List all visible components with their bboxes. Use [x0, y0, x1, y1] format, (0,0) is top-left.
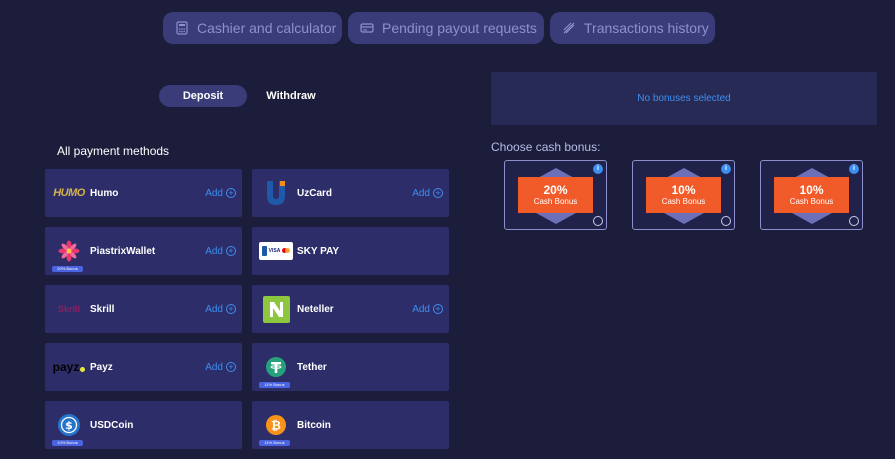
payment-methods-title: All payment methods [57, 144, 170, 158]
payment-method-name: USDCoin [90, 419, 134, 431]
bonus-label: Cash Bonus [533, 196, 578, 206]
bonus-percent: 20% [543, 182, 568, 197]
uzcard-logo [258, 178, 294, 208]
humo-logo: HUMO [53, 187, 85, 199]
add-button[interactable]: Add + [412, 188, 443, 199]
bonus-badge: 10% Bonus [52, 440, 83, 446]
info-icon[interactable]: i [849, 164, 859, 174]
payment-method-name: Bitcoin [297, 419, 331, 431]
withdraw-button[interactable]: Withdraw [247, 85, 335, 107]
payment-method-name: Neteller [297, 303, 334, 315]
selected-bonus-box: No bonuses selected [491, 72, 877, 125]
payment-methods-grid: HUMO Humo Add + UzCard Add + 20% Bonus Pia… [45, 169, 449, 449]
bonus-badge: 11% Bonus [259, 382, 290, 388]
payment-method-piastrixwallet[interactable]: 20% Bonus PiastrixWallet Add + [45, 227, 242, 275]
bitcoin-logo: ₿ [258, 410, 294, 440]
payment-method-name: SKY PAY [297, 245, 340, 257]
payout-icon [360, 23, 374, 33]
plus-icon: + [433, 188, 443, 198]
bonus-radio[interactable] [721, 216, 731, 226]
tab-label: Pending payout requests [382, 20, 537, 36]
payment-method-name: Payz [90, 361, 113, 373]
add-button[interactable]: Add + [205, 362, 236, 373]
payment-method-humo[interactable]: HUMO Humo Add + [45, 169, 242, 217]
bonus-label-box: 10% Cash Bonus [774, 177, 849, 213]
payment-method-name: Humo [90, 187, 119, 199]
piastrix-logo [51, 236, 87, 266]
payment-method-tether[interactable]: 11% Bonus Tether [252, 343, 449, 391]
plus-icon: + [226, 304, 236, 314]
plus-icon: + [226, 188, 236, 198]
deposit-withdraw-switch: Deposit Withdraw [159, 85, 335, 107]
bonus-radio[interactable] [849, 216, 859, 226]
neteller-logo [258, 294, 294, 324]
tether-logo [258, 352, 294, 382]
bonus-radio[interactable] [593, 216, 603, 226]
payz-logo: payz [51, 352, 87, 382]
choose-bonus-title: Choose cash bonus: [491, 140, 601, 154]
payment-method-skypay[interactable]: VISA SKY PAY [252, 227, 449, 275]
plus-icon: + [226, 246, 236, 256]
bonus-badge: 20% Bonus [52, 266, 83, 272]
payment-method-payz[interactable]: payz Payz Add + [45, 343, 242, 391]
add-button[interactable]: Add + [205, 246, 236, 257]
calculator-icon [176, 21, 188, 35]
bonus-percent: 10% [671, 182, 696, 197]
bonus-percent: 10% [799, 182, 824, 197]
bonus-option[interactable]: 10% Cash Bonus i [760, 160, 863, 230]
bonus-badge: 11% Bonus [259, 440, 290, 446]
plus-icon: + [433, 304, 443, 314]
payment-method-bitcoin[interactable]: ₿ 11% Bonus Bitcoin [252, 401, 449, 449]
add-button[interactable]: Add + [205, 304, 236, 315]
bonus-option[interactable]: 10% Cash Bonus i [632, 160, 735, 230]
tab-transactions-history[interactable]: Transactions history [550, 12, 715, 44]
payment-method-usdcoin[interactable]: $ 10% Bonus USDCoin [45, 401, 242, 449]
add-button[interactable]: Add + [412, 304, 443, 315]
no-bonus-text: No bonuses selected [637, 93, 731, 104]
payment-method-neteller[interactable]: Neteller Add + [252, 285, 449, 333]
svg-text:$: $ [65, 419, 73, 432]
skrill-logo: Skrill [57, 304, 80, 314]
bonus-options: 20% Cash Bonus i 10% Cash Bonus i 10% Ca… [504, 160, 863, 230]
tab-label: Cashier and calculator [197, 20, 337, 36]
payment-method-uzcard[interactable]: UzCard Add + [252, 169, 449, 217]
info-icon[interactable]: i [593, 164, 603, 174]
plus-icon: + [226, 362, 236, 372]
tab-cashier-calculator[interactable]: Cashier and calculator [163, 12, 342, 44]
bonus-label-box: 20% Cash Bonus [518, 177, 593, 213]
usdcoin-logo: $ [51, 410, 87, 440]
payment-method-name: PiastrixWallet [90, 245, 156, 257]
payment-method-name: UzCard [297, 187, 333, 199]
top-tabs: Cashier and calculator Pending payout re… [163, 12, 715, 44]
bonus-label: Cash Bonus [661, 196, 706, 206]
bonus-label: Cash Bonus [789, 196, 834, 206]
bonus-label-box: 10% Cash Bonus [646, 177, 721, 213]
svg-text:₿: ₿ [271, 419, 281, 433]
payment-method-name: Skrill [90, 303, 115, 315]
deposit-button[interactable]: Deposit [159, 85, 247, 107]
info-icon[interactable]: i [721, 164, 731, 174]
history-icon [563, 22, 575, 34]
payment-method-name: Tether [297, 361, 327, 373]
tab-pending-payouts[interactable]: Pending payout requests [348, 12, 544, 44]
tab-label: Transactions history [584, 20, 709, 36]
payment-method-skrill[interactable]: Skrill Skrill Add + [45, 285, 242, 333]
skypay-logo: VISA [258, 236, 294, 266]
bonus-option[interactable]: 20% Cash Bonus i [504, 160, 607, 230]
add-button[interactable]: Add + [205, 188, 236, 199]
